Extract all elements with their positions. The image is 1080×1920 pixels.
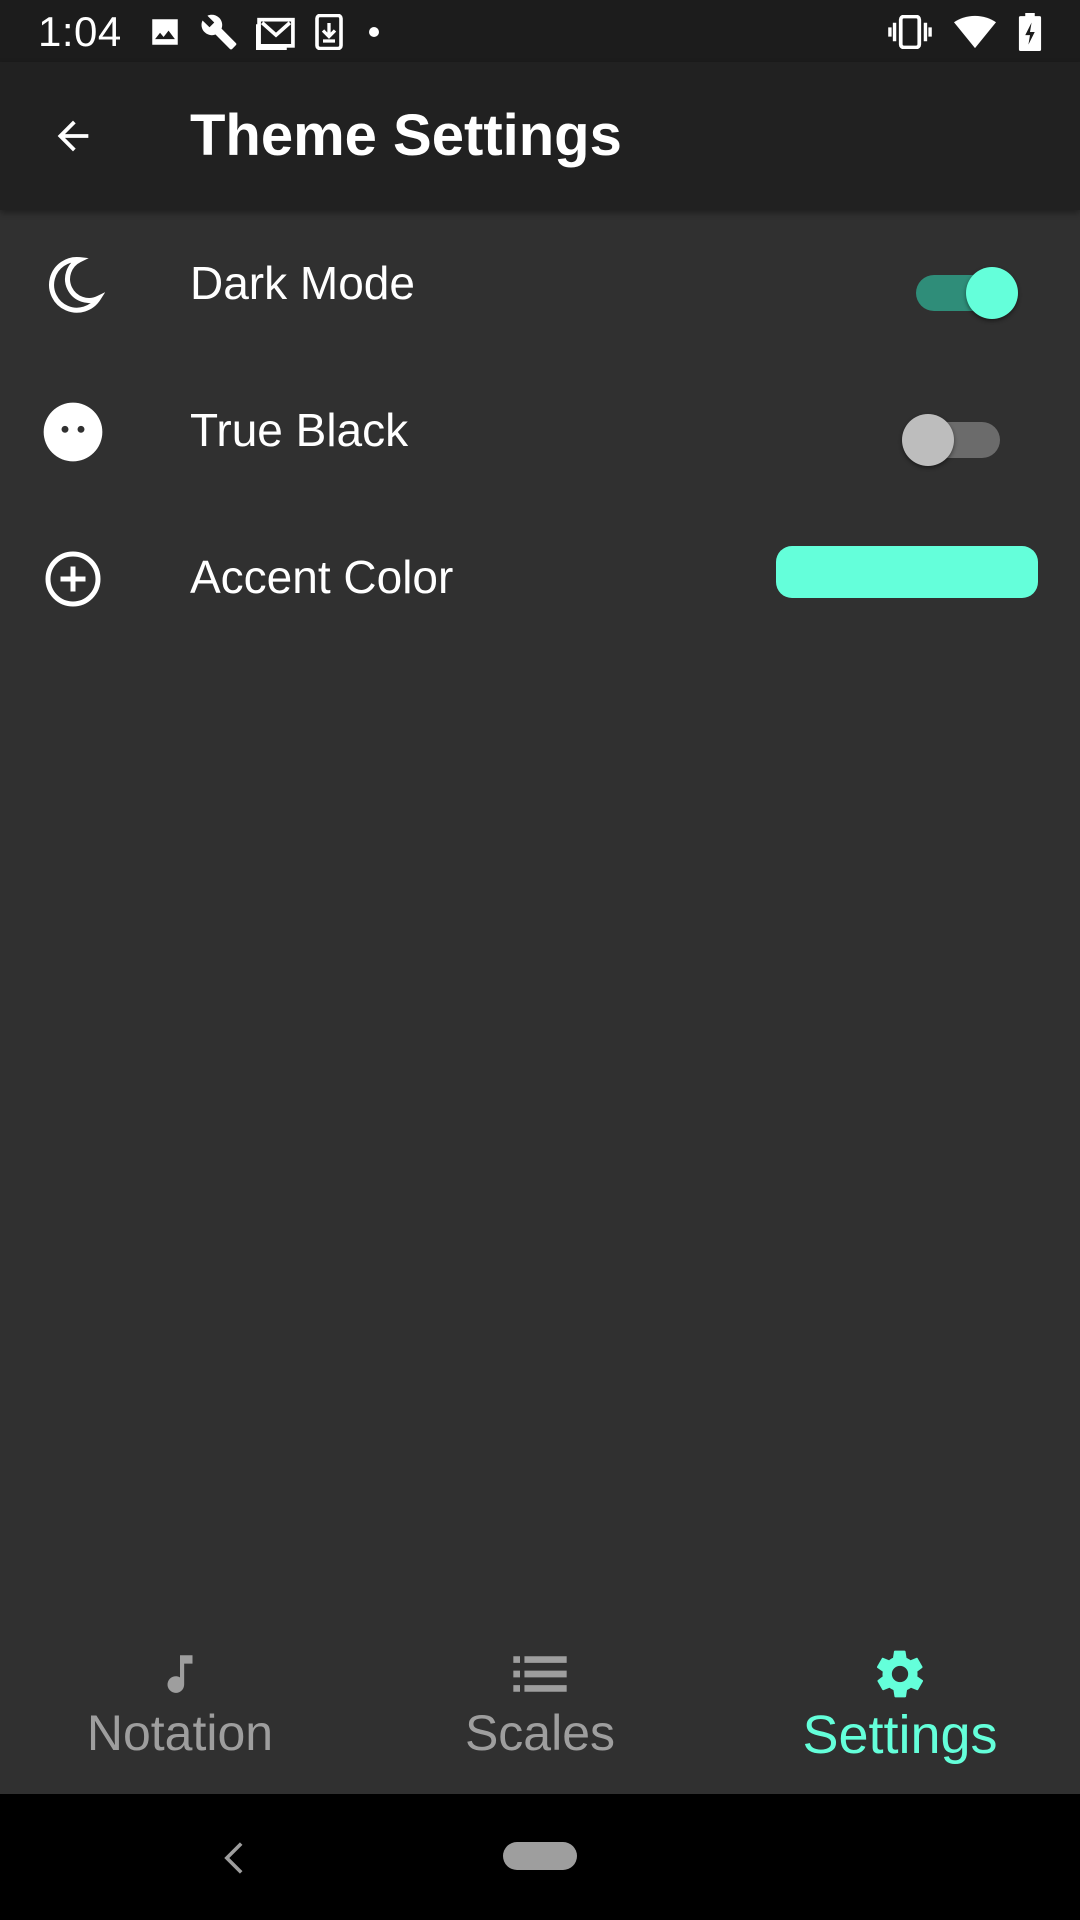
face-icon bbox=[40, 399, 106, 465]
system-navigation-bar bbox=[0, 1794, 1080, 1920]
setting-label: True Black bbox=[190, 404, 409, 456]
accent-color-swatch[interactable] bbox=[776, 546, 1038, 598]
settings-list: Dark Mode True Black Accent Color bbox=[0, 210, 1080, 651]
back-button[interactable] bbox=[40, 106, 106, 166]
dot-icon bbox=[369, 27, 379, 37]
gear-icon bbox=[872, 1646, 928, 1702]
status-notification-icons bbox=[148, 12, 386, 52]
wrench-icon bbox=[201, 14, 237, 50]
toggle-thumb bbox=[902, 414, 954, 466]
image-icon bbox=[152, 19, 178, 45]
arrow-back-icon bbox=[57, 120, 89, 152]
app-bar: Theme Settings bbox=[0, 62, 1080, 210]
setting-label: Accent Color bbox=[190, 551, 454, 603]
chevron-left-icon bbox=[224, 1842, 243, 1874]
status-bar: 1:04 bbox=[0, 0, 1080, 62]
nav-item-scales[interactable]: Scales bbox=[400, 1616, 680, 1794]
add-circle-icon bbox=[40, 546, 106, 612]
nav-item-notation[interactable]: Notation bbox=[40, 1616, 320, 1794]
list-icon bbox=[513, 1646, 567, 1702]
nav-item-settings[interactable]: Settings bbox=[760, 1616, 1040, 1794]
dark-mode-toggle[interactable] bbox=[908, 256, 1018, 319]
mail-icon bbox=[256, 17, 295, 50]
battery-charging-icon bbox=[1018, 13, 1042, 51]
setting-label: Dark Mode bbox=[190, 257, 415, 309]
setting-dark-mode[interactable]: Dark Mode bbox=[0, 210, 1080, 357]
nav-label: Notation bbox=[86, 1705, 274, 1761]
status-time: 1:04 bbox=[38, 8, 122, 55]
setting-true-black[interactable]: True Black bbox=[0, 357, 1080, 504]
true-black-toggle[interactable] bbox=[902, 403, 1012, 466]
home-pill[interactable] bbox=[503, 1842, 577, 1870]
status-system-icons bbox=[888, 12, 1042, 52]
wifi-icon bbox=[954, 15, 996, 49]
nav-label: Scales bbox=[464, 1705, 616, 1761]
vibrate-icon bbox=[888, 15, 932, 49]
setting-accent-color[interactable]: Accent Color bbox=[0, 504, 1080, 651]
toggle-thumb bbox=[966, 267, 1018, 319]
page-title: Theme Settings bbox=[190, 103, 622, 168]
system-back-button[interactable] bbox=[214, 1830, 254, 1886]
moon-icon bbox=[40, 252, 106, 318]
nav-label: Settings bbox=[802, 1705, 998, 1765]
music-note-icon bbox=[155, 1646, 205, 1702]
download-icon bbox=[315, 14, 343, 50]
bottom-navigation: Notation Scales Settings bbox=[0, 1616, 1080, 1794]
